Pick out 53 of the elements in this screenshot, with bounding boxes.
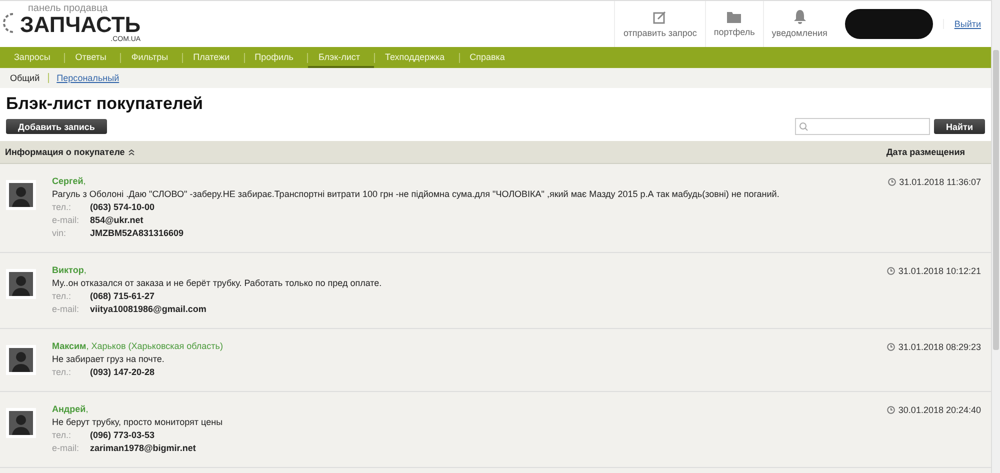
field-value: viitya10081986@gmail.com [90, 304, 206, 314]
buyer-comment: Не берут трубку, просто мониторят цены [52, 417, 224, 427]
search-icon [799, 122, 808, 131]
post-date: 31.01.2018 10:12:21 [898, 266, 981, 276]
buyer-comment: Не забирает груз на почте. [52, 354, 166, 364]
avatar-icon [6, 269, 36, 299]
field-label: тел.: [52, 291, 72, 301]
buyer-name: Андрей, [52, 404, 90, 414]
folder-icon [727, 11, 742, 23]
logo-name: ЗАПЧАСТЬ [20, 14, 141, 36]
avatar-icon [6, 345, 36, 375]
subnav-tab[interactable]: Персональный [56, 73, 120, 83]
field-label: тел.: [52, 430, 72, 440]
edit-icon [653, 10, 668, 24]
buyer-comment: Му..он отказался от заказа и не берёт трубку. Работать только по пред оплате. [52, 278, 383, 288]
bell-icon [794, 10, 806, 24]
buyer-comment: Рагуль з Оболоні .Даю "СЛОВО" -заберу.НЕ забирає.Транспортні витрати 100 грн -не підйомна сума.для "ЧОЛОВІКА" ,який має Мазду 2015 р.А так мабудь(зовні) не поганий. [52, 189, 780, 199]
sort-icon[interactable] [128, 148, 135, 156]
clock-icon [887, 343, 896, 351]
field-value: (096) 773-03-53 [90, 430, 155, 440]
add-button[interactable]: Добавить запись [6, 119, 107, 134]
avatar-icon [6, 408, 36, 438]
buyer-name: Сергей, [52, 176, 87, 186]
column-header[interactable]: Дата размещения [886, 147, 965, 157]
buyer-name: Виктор, [52, 265, 88, 275]
buyer-name: Максим, Харьков (Харьковская область) [52, 341, 224, 351]
field-label: тел.: [52, 202, 72, 212]
post-date: 31.01.2018 08:29:23 [898, 342, 981, 352]
field-value: (068) 715-61-27 [90, 291, 155, 301]
column-header[interactable]: Информация о покупателе [5, 147, 125, 157]
field-label: тел.: [52, 367, 72, 377]
logo-caption: панель продавца [28, 3, 109, 14]
field-value: zariman1978@bigmir.net [90, 443, 196, 453]
field-label: e-mail: [52, 443, 80, 453]
page-title: Блэк-лист покупателей [6, 94, 204, 114]
field-value: (093) 147-20-28 [90, 367, 155, 377]
search-field[interactable] [795, 118, 930, 135]
subnav-tab[interactable]: Общий [10, 73, 40, 83]
field-label: e-mail: [52, 215, 80, 225]
avatar-icon [6, 180, 36, 210]
field-label: vin: [52, 228, 68, 238]
scrollbar-thumb[interactable] [993, 50, 999, 350]
clock-icon [887, 406, 896, 414]
search-button[interactable]: Найти [934, 119, 985, 134]
field-value: JMZBM52A831316609 [90, 228, 184, 238]
field-label: e-mail: [52, 304, 80, 314]
field-value: 854@ukr.net [90, 215, 144, 225]
post-date: 31.01.2018 11:36:07 [899, 177, 981, 187]
clock-icon [888, 178, 896, 186]
gear-icon [3, 12, 13, 34]
clock-icon [887, 267, 896, 275]
post-date: 30.01.2018 20:24:40 [898, 405, 981, 415]
field-value: (063) 574-10-00 [90, 202, 155, 212]
